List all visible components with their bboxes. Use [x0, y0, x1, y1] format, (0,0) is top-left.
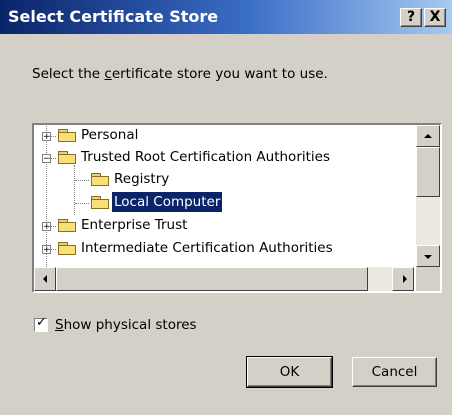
- right-arrow-icon: [403, 275, 407, 283]
- vertical-scrollbar[interactable]: [416, 125, 440, 267]
- tree-connector: [75, 203, 89, 204]
- left-arrow-icon: [43, 275, 47, 283]
- folder-icon: [58, 219, 76, 232]
- horizontal-scrollbar[interactable]: [34, 267, 414, 291]
- prompt-text: Select the certificate store you want to…: [32, 66, 328, 82]
- expand-icon[interactable]: +: [42, 245, 51, 255]
- checkbox-label-rest: how physical stores: [63, 317, 197, 333]
- scroll-right-button[interactable]: [392, 267, 414, 291]
- expand-icon[interactable]: +: [42, 132, 51, 142]
- tree-item-label: Intermediate Certification Authorities: [81, 240, 333, 256]
- show-physical-stores-label[interactable]: Show physical stores: [55, 317, 197, 333]
- collapse-icon[interactable]: −: [42, 154, 51, 164]
- tree-item-label: Trusted Root Certification Authorities: [81, 149, 330, 165]
- folder-icon: [91, 173, 109, 186]
- checkbox-accel: S: [55, 317, 64, 333]
- folder-open-icon: [91, 196, 109, 209]
- folder-icon: [58, 129, 76, 142]
- scrollbar-corner: [416, 267, 440, 291]
- down-arrow-icon: [424, 255, 432, 259]
- vertical-scroll-thumb[interactable]: [416, 147, 440, 197]
- tree-item-label: Personal: [81, 127, 139, 143]
- checkmark-icon: ✓: [36, 315, 47, 330]
- horizontal-scroll-thumb[interactable]: [56, 267, 368, 291]
- dialog-title: Select Certificate Store: [8, 7, 219, 26]
- tree-connector: [75, 180, 89, 181]
- prompt-post: ertificate store you want to use.: [111, 66, 328, 82]
- tree-viewport: + Personal − Trusted Root Certification …: [34, 125, 414, 267]
- tree-item-label: Local Computer: [110, 191, 224, 213]
- tree-item-label: Registry: [114, 171, 170, 187]
- prompt-pre: Select the: [32, 66, 105, 82]
- certificate-store-tree[interactable]: + Personal − Trusted Root Certification …: [32, 123, 442, 293]
- show-physical-stores-checkbox[interactable]: ✓: [34, 315, 48, 332]
- folder-icon: [58, 151, 76, 164]
- tree-connector: [74, 165, 75, 215]
- up-arrow-icon: [424, 134, 432, 138]
- close-button[interactable]: X: [424, 8, 446, 27]
- scroll-left-button[interactable]: [34, 267, 56, 291]
- ok-button[interactable]: OK: [246, 356, 333, 388]
- prompt-accel: c: [104, 66, 112, 82]
- folder-icon: [58, 242, 76, 255]
- scroll-down-button[interactable]: [416, 245, 440, 267]
- tree-item-label: Enterprise Trust: [81, 217, 188, 233]
- expand-icon[interactable]: +: [42, 222, 51, 232]
- help-button[interactable]: ?: [400, 8, 422, 27]
- title-bar[interactable]: Select Certificate Store ? X: [0, 0, 452, 34]
- select-certificate-store-dialog: Select Certificate Store ? X Select the …: [0, 0, 452, 415]
- scroll-up-button[interactable]: [416, 125, 440, 147]
- cancel-button[interactable]: Cancel: [352, 357, 437, 387]
